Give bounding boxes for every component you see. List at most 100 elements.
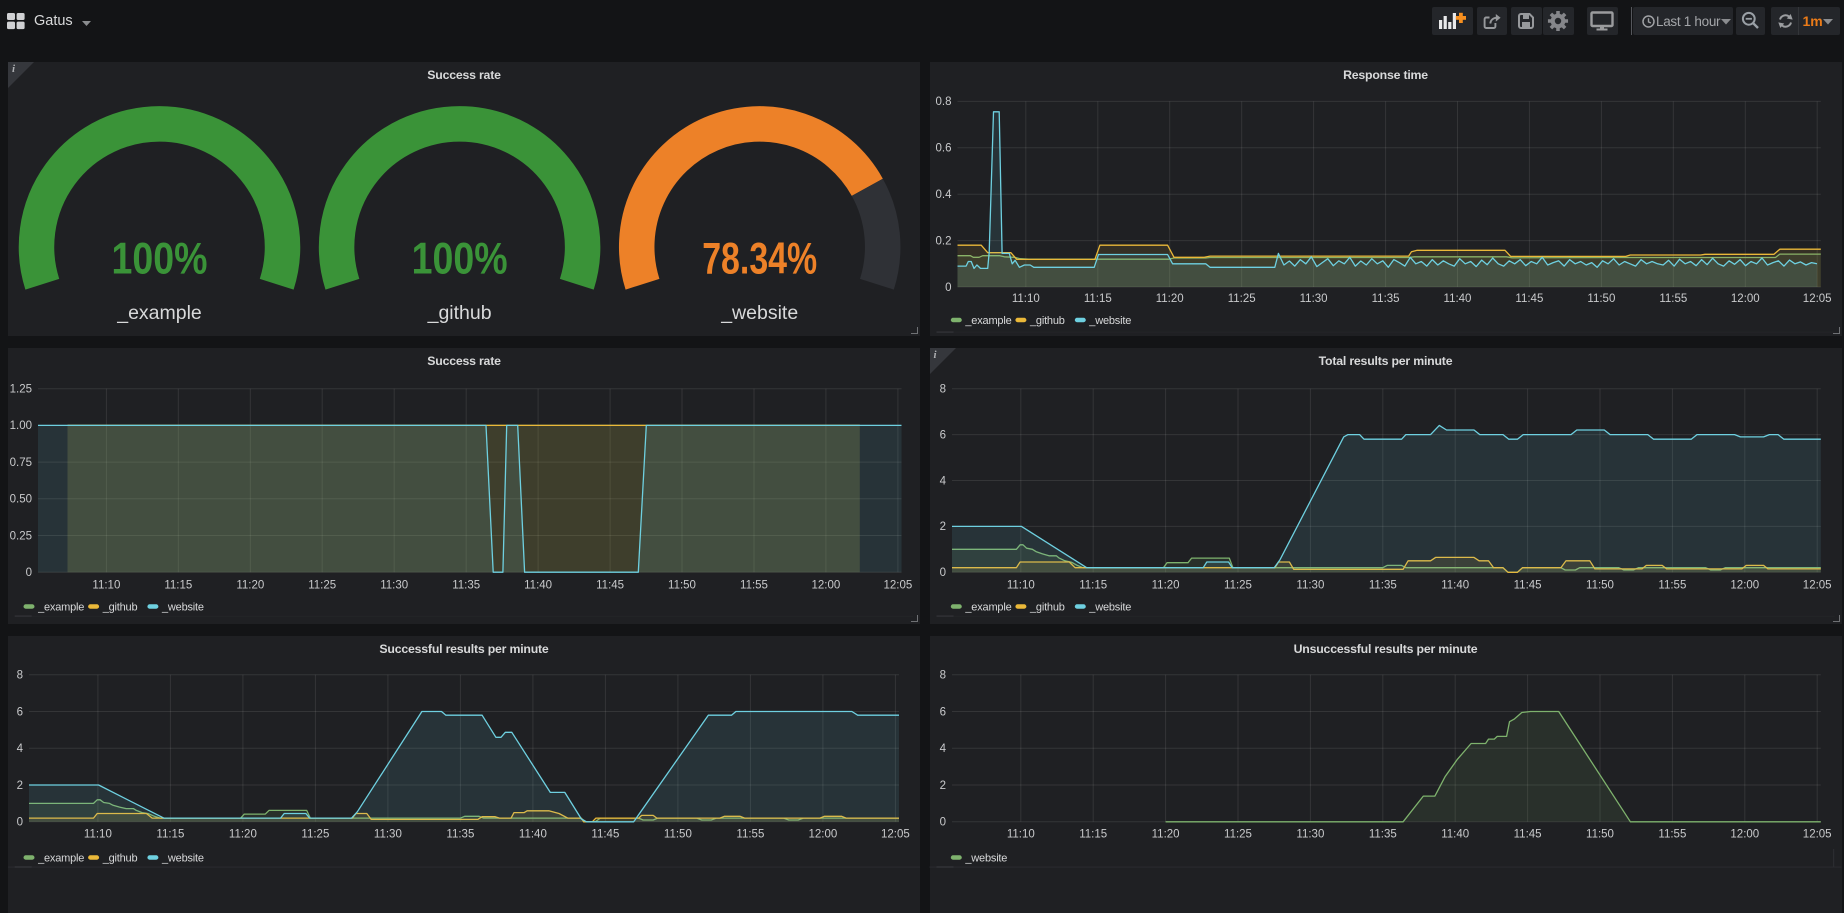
svg-text:8: 8 [940, 670, 946, 682]
svg-text:_website: _website [964, 853, 1007, 865]
svg-text:11:45: 11:45 [591, 829, 619, 841]
svg-text:11:35: 11:35 [1372, 293, 1400, 305]
svg-text:_example: _example [964, 602, 1011, 614]
svg-text:_example: _example [37, 853, 84, 865]
svg-text:_website: _website [720, 302, 798, 324]
svg-text:12:05: 12:05 [1803, 829, 1832, 841]
svg-text:11:50: 11:50 [1586, 579, 1614, 591]
svg-text:11:30: 11:30 [374, 829, 402, 841]
svg-text:_website: _website [1088, 602, 1131, 614]
svg-text:11:10: 11:10 [1007, 579, 1035, 591]
svg-text:4: 4 [940, 475, 947, 487]
svg-text:11:15: 11:15 [156, 829, 184, 841]
svg-text:11:25: 11:25 [1228, 293, 1256, 305]
svg-text:11:20: 11:20 [1156, 293, 1184, 305]
svg-text:11:20: 11:20 [1152, 829, 1180, 841]
svg-text:_website: _website [161, 602, 204, 614]
svg-text:100%: 100% [112, 235, 208, 284]
svg-text:11:50: 11:50 [1587, 293, 1615, 305]
svg-text:12:05: 12:05 [1803, 579, 1832, 591]
svg-text:_example: _example [37, 602, 84, 614]
svg-text:11:15: 11:15 [1084, 293, 1112, 305]
svg-text:11:40: 11:40 [1441, 579, 1469, 591]
svg-text:_github: _github [102, 602, 138, 614]
svg-text:11:55: 11:55 [736, 829, 764, 841]
svg-text:11:40: 11:40 [519, 829, 547, 841]
svg-text:11:40: 11:40 [1444, 293, 1472, 305]
svg-text:0.4: 0.4 [936, 189, 953, 201]
svg-text:11:15: 11:15 [1079, 579, 1107, 591]
svg-text:11:10: 11:10 [1012, 293, 1040, 305]
svg-text:11:30: 11:30 [1296, 579, 1324, 591]
svg-text:8: 8 [17, 670, 23, 682]
svg-text:_github: _github [427, 302, 492, 324]
svg-text:12:00: 12:00 [1731, 293, 1760, 305]
svg-text:2: 2 [940, 521, 946, 533]
svg-text:0.50: 0.50 [10, 494, 32, 506]
svg-text:0.25: 0.25 [10, 530, 32, 542]
svg-text:12:00: 12:00 [809, 829, 838, 841]
svg-text:6: 6 [940, 429, 946, 441]
svg-text:11:55: 11:55 [740, 579, 768, 591]
svg-text:11:45: 11:45 [1514, 579, 1542, 591]
svg-text:2: 2 [940, 780, 946, 792]
svg-text:11:30: 11:30 [1300, 293, 1328, 305]
svg-text:11:55: 11:55 [1659, 293, 1687, 305]
svg-text:0: 0 [945, 282, 951, 294]
svg-text:11:15: 11:15 [164, 579, 192, 591]
svg-text:0: 0 [940, 567, 946, 579]
svg-text:12:00: 12:00 [1730, 829, 1759, 841]
svg-text:0.75: 0.75 [10, 457, 32, 469]
svg-text:11:20: 11:20 [229, 829, 257, 841]
svg-text:11:35: 11:35 [1369, 829, 1397, 841]
svg-text:2: 2 [17, 780, 23, 792]
svg-text:11:40: 11:40 [524, 579, 552, 591]
svg-text:12:05: 12:05 [884, 579, 913, 591]
svg-text:0: 0 [26, 567, 32, 579]
svg-text:0: 0 [940, 817, 946, 829]
svg-text:_github: _github [1029, 602, 1065, 614]
svg-text:11:35: 11:35 [1369, 579, 1397, 591]
svg-text:11:35: 11:35 [446, 829, 474, 841]
svg-text:11:20: 11:20 [1152, 579, 1180, 591]
svg-text:11:35: 11:35 [452, 579, 480, 591]
svg-text:11:30: 11:30 [1296, 829, 1324, 841]
svg-text:_website: _website [161, 853, 204, 865]
svg-text:11:50: 11:50 [664, 829, 692, 841]
svg-text:4: 4 [940, 743, 947, 755]
svg-text:11:55: 11:55 [1658, 579, 1686, 591]
svg-text:78.34%: 78.34% [702, 235, 817, 284]
svg-text:6: 6 [17, 706, 23, 718]
svg-text:11:10: 11:10 [1007, 829, 1035, 841]
svg-text:12:05: 12:05 [1803, 293, 1832, 305]
svg-text:11:25: 11:25 [301, 829, 329, 841]
svg-text:12:00: 12:00 [1730, 579, 1759, 591]
svg-text:0: 0 [17, 817, 23, 829]
svg-text:11:10: 11:10 [84, 829, 112, 841]
svg-text:11:50: 11:50 [1586, 829, 1614, 841]
svg-text:4: 4 [17, 743, 24, 755]
svg-text:11:55: 11:55 [1658, 829, 1686, 841]
svg-text:12:00: 12:00 [812, 579, 841, 591]
svg-text:11:15: 11:15 [1079, 829, 1107, 841]
svg-text:0.2: 0.2 [936, 235, 952, 247]
svg-text:_example: _example [116, 302, 202, 324]
svg-text:0.6: 0.6 [936, 143, 952, 155]
svg-text:_example: _example [964, 315, 1011, 327]
svg-text:1.25: 1.25 [10, 384, 32, 396]
svg-text:11:50: 11:50 [668, 579, 696, 591]
svg-text:8: 8 [940, 384, 946, 396]
svg-text:6: 6 [940, 706, 946, 718]
svg-text:11:45: 11:45 [596, 579, 624, 591]
svg-text:11:25: 11:25 [308, 579, 336, 591]
svg-text:_github: _github [102, 853, 138, 865]
svg-text:_website: _website [1088, 315, 1131, 327]
svg-text:11:40: 11:40 [1441, 829, 1469, 841]
svg-text:100%: 100% [412, 235, 508, 284]
svg-text:_github: _github [1029, 315, 1065, 327]
svg-text:11:45: 11:45 [1514, 829, 1542, 841]
svg-text:11:20: 11:20 [236, 579, 264, 591]
svg-text:0.8: 0.8 [936, 96, 952, 108]
svg-text:1.00: 1.00 [10, 420, 32, 432]
svg-text:11:45: 11:45 [1515, 293, 1543, 305]
